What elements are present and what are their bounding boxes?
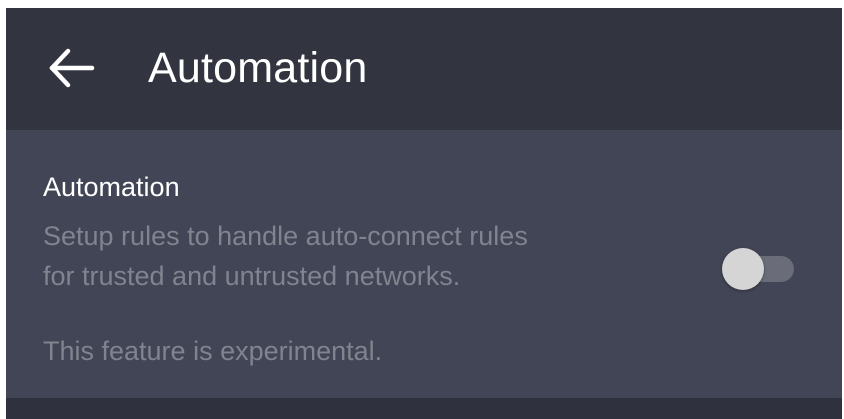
toolbar: Automation (6, 8, 842, 130)
setting-description-line-2: for trusted and untrusted networks. (43, 261, 461, 291)
page-title: Automation (148, 44, 368, 92)
arrow-left-icon (40, 38, 100, 98)
setting-title: Automation (43, 172, 180, 202)
automation-setting-row[interactable]: Automation Setup rules to handle auto-co… (6, 130, 842, 398)
automation-toggle[interactable] (720, 246, 800, 290)
app-screen: Automation Automation Setup rules to han… (6, 8, 842, 419)
back-button[interactable] (40, 38, 100, 98)
setting-description: Setup rules to handle auto-connect rules… (43, 216, 528, 296)
experimental-note: This feature is experimental. (43, 336, 383, 366)
setting-description-line-1: Setup rules to handle auto-connect rules (43, 221, 528, 251)
bottom-divider (6, 398, 842, 419)
toggle-thumb (722, 248, 764, 290)
